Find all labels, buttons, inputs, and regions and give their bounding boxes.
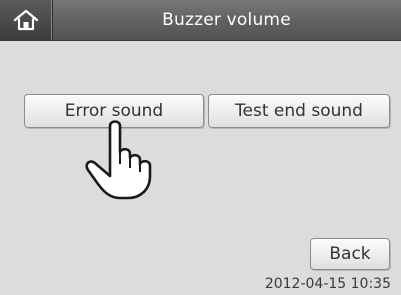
hand-pointer-icon bbox=[85, 120, 152, 200]
device-screen: Buzzer volume Error sound Test end sound… bbox=[0, 0, 401, 295]
test-end-sound-button[interactable]: Test end sound bbox=[208, 94, 390, 128]
home-icon bbox=[13, 9, 39, 31]
title-bar: Buzzer volume bbox=[0, 0, 401, 41]
back-button[interactable]: Back bbox=[310, 238, 390, 270]
page-title: Buzzer volume bbox=[162, 10, 291, 30]
home-button[interactable] bbox=[0, 0, 53, 40]
datetime-display: 2012-04-15 10:35 bbox=[264, 276, 391, 292]
